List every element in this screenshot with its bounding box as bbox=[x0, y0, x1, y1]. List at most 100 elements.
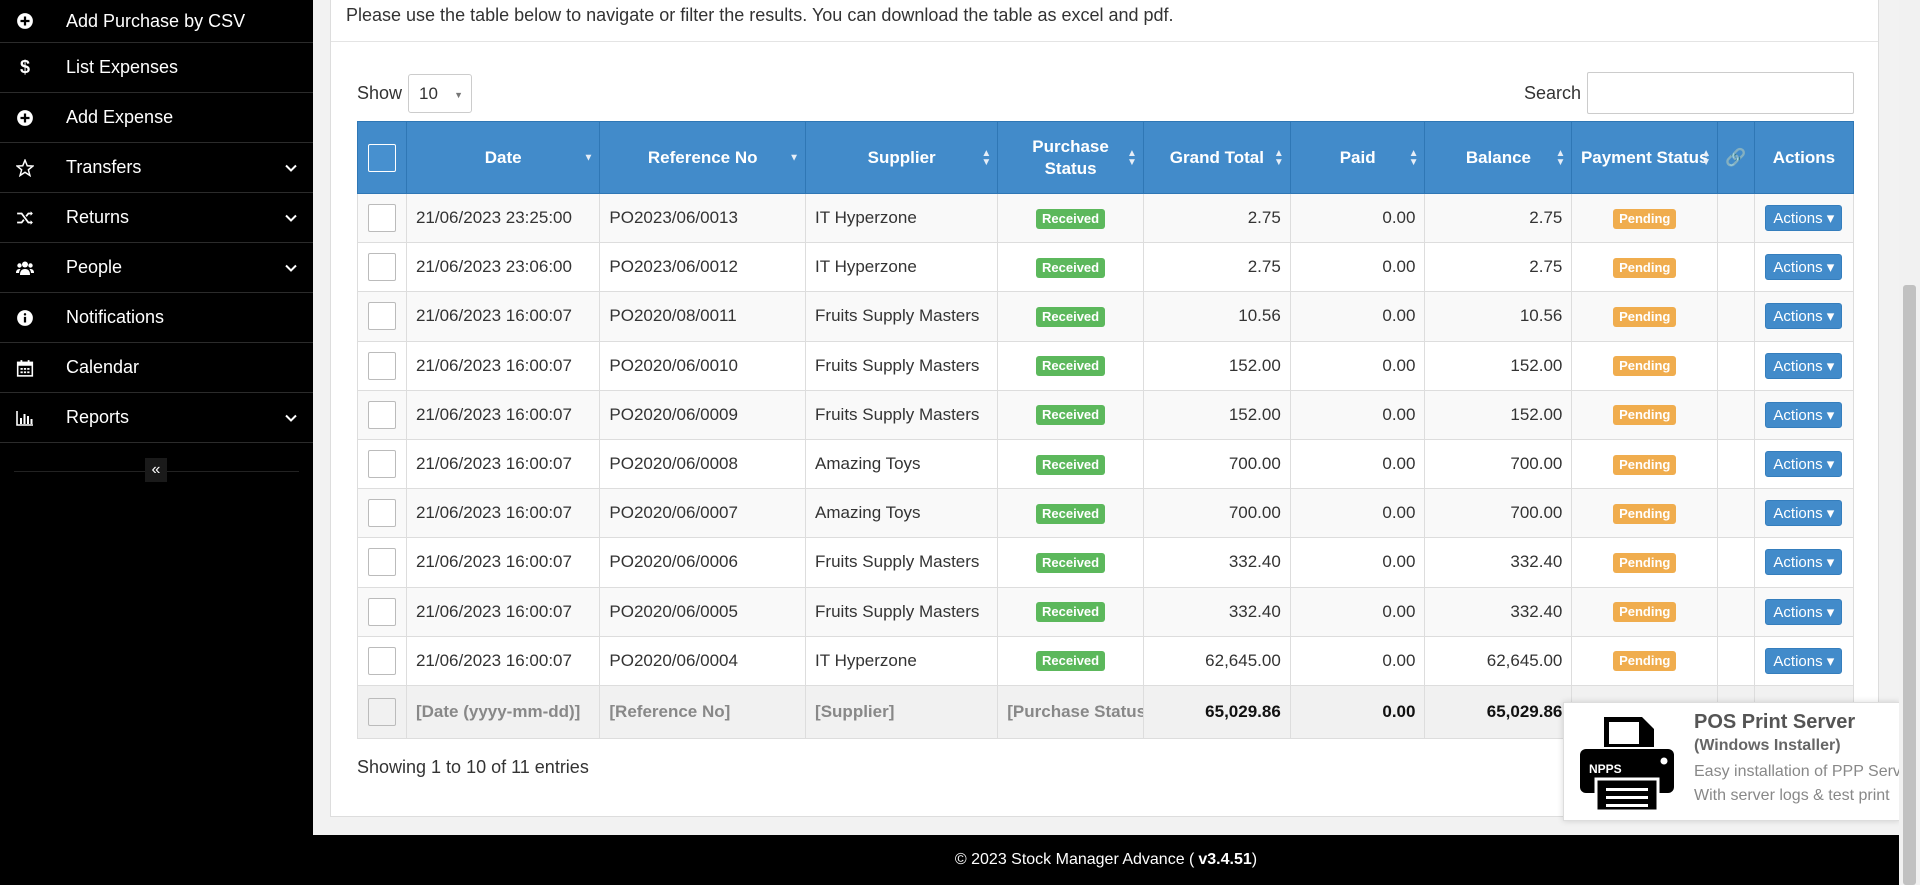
scrollbar-thumb[interactable] bbox=[1903, 285, 1916, 885]
footer-checkbox[interactable] bbox=[367, 697, 396, 726]
page-scrollbar[interactable] bbox=[1899, 0, 1920, 885]
sidebar-item-list-expenses[interactable]: $ List Expenses bbox=[0, 43, 313, 93]
sidebar-item-returns[interactable]: Returns bbox=[0, 193, 313, 243]
actions-button[interactable]: Actions ▾ bbox=[1765, 352, 1843, 379]
chevron-down-icon bbox=[283, 410, 299, 426]
col-paid[interactable]: Paid ▲ ▼ bbox=[1289, 121, 1426, 194]
cell-attachment bbox=[1717, 488, 1755, 539]
row-checkbox[interactable] bbox=[367, 450, 396, 479]
row-checkbox[interactable] bbox=[367, 351, 396, 380]
actions-button[interactable]: Actions ▾ bbox=[1765, 500, 1843, 527]
sidebar-item-transfers[interactable]: Transfers bbox=[0, 143, 313, 193]
search-input[interactable] bbox=[1587, 72, 1854, 114]
status-badge: Received bbox=[1036, 552, 1106, 573]
cell-balance: 700.00 bbox=[1424, 488, 1573, 539]
sidebar-item-label: Add Purchase by CSV bbox=[66, 10, 246, 31]
row-checkbox[interactable] bbox=[367, 499, 396, 528]
col-payment-status[interactable]: Payment Status ▲ ▼ bbox=[1571, 121, 1719, 194]
cell-grand-total: 2.75 bbox=[1142, 192, 1291, 244]
star-icon bbox=[14, 157, 36, 179]
actions-button[interactable]: Actions ▾ bbox=[1765, 205, 1843, 232]
row-checkbox[interactable] bbox=[367, 646, 396, 675]
footer-ref-filter[interactable]: [Reference No] bbox=[599, 684, 807, 739]
popup-subtitle: (Windows Installer) bbox=[1694, 737, 1841, 754]
sidebar-item-reports[interactable]: Reports bbox=[0, 393, 313, 443]
actions-button[interactable]: Actions ▾ bbox=[1765, 598, 1843, 625]
actions-button[interactable]: Actions ▾ bbox=[1765, 451, 1843, 478]
actions-button[interactable]: Actions ▾ bbox=[1765, 254, 1843, 281]
status-badge: Received bbox=[1036, 503, 1106, 524]
table-row[interactable]: 21/06/2023 16:00:07 PO2020/06/0008 Amazing… bbox=[357, 438, 1855, 490]
table-row[interactable]: 21/06/2023 16:00:07 PO2020/06/0006 Fruits … bbox=[357, 537, 1855, 588]
table-row[interactable]: 21/06/2023 16:00:07 PO2020/08/0011 Fruits … bbox=[357, 291, 1855, 342]
col-reference[interactable]: Reference No ▼ bbox=[599, 121, 807, 194]
cell-purchase-status: Received bbox=[997, 242, 1144, 293]
col-grand-total[interactable]: Grand Total ▲ ▼ bbox=[1142, 121, 1291, 194]
cell-supplier: IT Hyperzone bbox=[805, 635, 999, 686]
sidebar-item-people[interactable]: People bbox=[0, 243, 313, 293]
row-checkbox[interactable] bbox=[367, 204, 396, 233]
cell-supplier: IT Hyperzone bbox=[805, 192, 999, 244]
footer-date-filter[interactable]: [Date (yyyy-mm-dd)] bbox=[405, 684, 601, 739]
cell-supplier: IT Hyperzone bbox=[805, 242, 999, 293]
sidebar-item-calendar[interactable]: Calendar bbox=[0, 343, 313, 393]
footer-status-filter[interactable]: [Purchase Status] bbox=[997, 684, 1144, 739]
cell-grand-total: 332.40 bbox=[1142, 537, 1291, 588]
show-label: Show bbox=[357, 83, 403, 103]
table-row[interactable]: 21/06/2023 16:00:07 PO2020/06/0010 Fruits … bbox=[357, 340, 1855, 391]
row-checkbox[interactable] bbox=[367, 253, 396, 282]
row-checkbox[interactable] bbox=[367, 548, 396, 577]
cell-reference: PO2020/06/0004 bbox=[599, 635, 807, 686]
table-row[interactable]: 21/06/2023 16:00:07 PO2020/06/0007 Amazing… bbox=[357, 488, 1855, 539]
sidebar-collapse-button[interactable]: « bbox=[145, 458, 167, 482]
pos-print-server-popup[interactable]: NPPS POS Print Server (Windows Installer… bbox=[1563, 702, 1900, 821]
table-row[interactable]: 21/06/2023 16:00:07 PO2020/06/0005 Fruits … bbox=[357, 586, 1855, 637]
actions-button[interactable]: Actions ▾ bbox=[1765, 647, 1843, 674]
sidebar-item-notifications[interactable]: Notifications bbox=[0, 293, 313, 343]
table-row[interactable]: 21/06/2023 16:00:07 PO2020/06/0009 Fruits … bbox=[357, 389, 1855, 440]
sidebar-item-add-expense[interactable]: Add Expense bbox=[0, 93, 313, 143]
row-checkbox[interactable] bbox=[367, 597, 396, 626]
table-row[interactable]: 21/06/2023 23:25:00 PO2023/06/0013 IT Hype… bbox=[357, 192, 1855, 244]
status-badge: Pending bbox=[1613, 503, 1677, 524]
page-length-select[interactable]: 10 ▼ bbox=[408, 74, 473, 113]
col-date[interactable]: Date ▼ bbox=[405, 121, 601, 194]
row-checkbox-cell bbox=[357, 192, 407, 244]
cell-purchase-status: Received bbox=[997, 438, 1144, 490]
intro-text: Please use the table below to navigate o… bbox=[331, 0, 1878, 42]
footer-copyright: © 2023 Stock Manager Advance ( bbox=[954, 851, 1195, 868]
chevron-down-icon bbox=[283, 210, 299, 226]
actions-button[interactable]: Actions ▾ bbox=[1765, 401, 1843, 428]
table-row[interactable]: 21/06/2023 16:00:07 PO2020/06/0004 IT Hype… bbox=[357, 635, 1855, 686]
row-checkbox[interactable] bbox=[367, 400, 396, 429]
cell-grand-total: 700.00 bbox=[1142, 438, 1291, 490]
status-badge: Received bbox=[1036, 405, 1106, 426]
cell-attachment bbox=[1717, 537, 1755, 588]
actions-button[interactable]: Actions ▾ bbox=[1765, 303, 1843, 330]
cell-actions: Actions ▾ bbox=[1753, 389, 1855, 440]
cell-payment-status: Pending bbox=[1571, 438, 1719, 490]
actions-button[interactable]: Actions ▾ bbox=[1765, 549, 1843, 576]
cell-paid: 0.00 bbox=[1289, 488, 1426, 539]
cell-paid: 0.00 bbox=[1289, 291, 1426, 342]
col-purchase-status[interactable]: Purchase Status ▲ ▼ bbox=[997, 121, 1144, 194]
cell-balance: 10.56 bbox=[1424, 291, 1573, 342]
row-checkbox-cell bbox=[357, 537, 407, 588]
cell-payment-status: Pending bbox=[1571, 389, 1719, 440]
table-row[interactable]: 21/06/2023 23:06:00 PO2023/06/0012 IT Hype… bbox=[357, 242, 1855, 293]
sidebar-item-add-purchase-by-csv[interactable]: Add Purchase by CSV bbox=[0, 0, 313, 43]
footer-supplier-filter[interactable]: [Supplier] bbox=[805, 684, 999, 739]
status-badge: Received bbox=[1036, 257, 1106, 278]
link-icon: 🔗 bbox=[1725, 147, 1747, 167]
table-header-row: Date ▼ Reference No ▼ Supplier ▲ ▼ Purchase … bbox=[357, 121, 1855, 194]
col-balance[interactable]: Balance ▲ ▼ bbox=[1424, 121, 1573, 194]
cell-attachment bbox=[1717, 340, 1755, 391]
cell-payment-status: Pending bbox=[1571, 537, 1719, 588]
cell-date: 21/06/2023 16:00:07 bbox=[405, 389, 601, 440]
status-badge: Received bbox=[1036, 356, 1106, 377]
col-supplier[interactable]: Supplier ▲ ▼ bbox=[805, 121, 999, 194]
select-all-checkbox[interactable] bbox=[367, 143, 396, 172]
footer-balance: 65,029.86 bbox=[1424, 684, 1573, 739]
cell-grand-total: 62,645.00 bbox=[1142, 635, 1291, 686]
row-checkbox[interactable] bbox=[367, 302, 396, 331]
